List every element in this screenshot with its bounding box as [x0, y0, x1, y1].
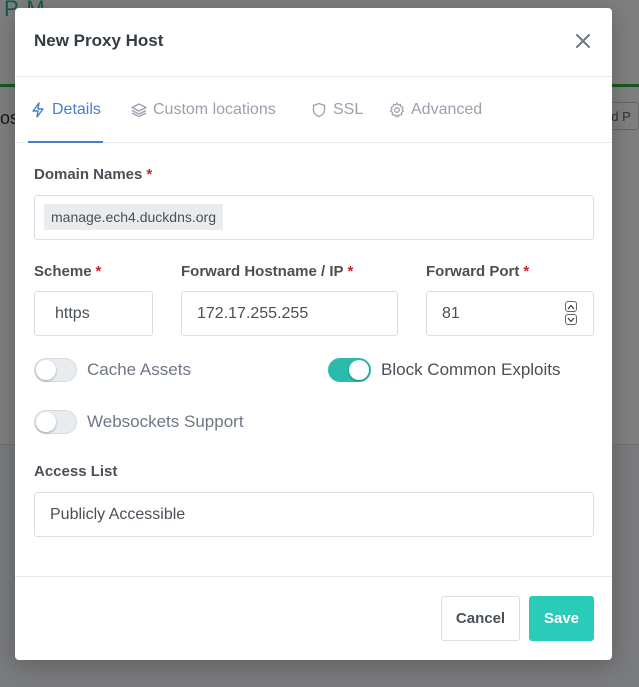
access-list-select[interactable]: Publicly Accessible: [34, 492, 594, 537]
cache-assets-label: Cache Assets: [87, 360, 191, 379]
websockets-switch[interactable]: [34, 410, 77, 434]
save-button[interactable]: Save: [529, 596, 594, 641]
scheme-label-text: Scheme: [34, 263, 92, 280]
cache-assets-toggle[interactable]: Cache Assets: [34, 358, 191, 382]
switch-knob: [349, 360, 369, 380]
modal-title: New Proxy Host: [34, 31, 164, 50]
websockets-toggle[interactable]: Websockets Support: [34, 410, 244, 434]
scheme-label: Scheme *: [34, 263, 101, 280]
required-mark: *: [347, 263, 354, 280]
forward-port-input[interactable]: 81: [426, 291, 594, 336]
forward-host-label: Forward Hostname / IP *: [181, 263, 353, 280]
chevron-up-icon: [567, 304, 575, 309]
forward-port-label: Forward Port *: [426, 263, 529, 280]
domain-names-label: Domain Names *: [34, 166, 152, 183]
switch-knob: [36, 412, 56, 432]
close-icon: [572, 30, 594, 52]
switch-knob: [36, 360, 56, 380]
close-button[interactable]: [572, 30, 594, 52]
tab-label: Details: [52, 100, 101, 118]
modal-header: New Proxy Host: [15, 8, 612, 77]
required-mark: *: [146, 166, 153, 183]
tab-custom-locations[interactable]: Custom locations: [131, 77, 276, 142]
forward-host-value: 172.17.255.255: [197, 305, 309, 322]
required-mark: *: [95, 263, 102, 280]
bolt-icon: [30, 101, 46, 118]
websockets-label: Websockets Support: [87, 412, 244, 431]
scheme-select[interactable]: https: [34, 291, 153, 336]
block-exploits-switch[interactable]: [328, 358, 371, 382]
tab-advanced[interactable]: Advanced: [389, 77, 482, 142]
tab-ssl[interactable]: SSL: [311, 77, 363, 142]
new-proxy-host-dialog: New Proxy Host Details Custom locations …: [15, 8, 612, 660]
chevron-down-icon: [567, 317, 575, 322]
port-stepper[interactable]: [565, 301, 579, 327]
tab-label: SSL: [333, 100, 364, 118]
modal-footer: Cancel Save: [15, 576, 612, 661]
shield-icon: [311, 102, 327, 118]
tab-label: Custom locations: [153, 100, 276, 118]
forward-port-label-text: Forward Port: [426, 263, 520, 280]
block-exploits-toggle[interactable]: Block Common Exploits: [328, 358, 561, 382]
stepper-up-button[interactable]: [565, 301, 577, 312]
access-list-value: Publicly Accessible: [50, 506, 186, 523]
scheme-value: https: [55, 305, 90, 322]
access-list-label: Access List: [34, 463, 118, 480]
cancel-button[interactable]: Cancel: [441, 596, 520, 641]
domain-names-label-text: Domain Names: [34, 166, 143, 183]
stepper-down-button[interactable]: [565, 314, 577, 325]
tab-bar: Details Custom locations SSL Advanced: [15, 77, 612, 143]
gear-icon: [389, 101, 405, 118]
block-exploits-label: Block Common Exploits: [381, 360, 561, 379]
forward-port-value: 81: [442, 305, 460, 322]
required-mark: *: [523, 263, 530, 280]
tab-details[interactable]: Details: [28, 77, 103, 143]
cache-assets-switch[interactable]: [34, 358, 77, 382]
layers-icon: [131, 102, 147, 118]
domain-names-input[interactable]: manage.ech4.duckdns.org: [34, 195, 594, 240]
domain-chip[interactable]: manage.ech4.duckdns.org: [44, 204, 223, 230]
forward-host-input[interactable]: 172.17.255.255: [181, 291, 398, 336]
tab-label: Advanced: [411, 100, 483, 118]
forward-host-label-text: Forward Hostname / IP: [181, 263, 344, 280]
